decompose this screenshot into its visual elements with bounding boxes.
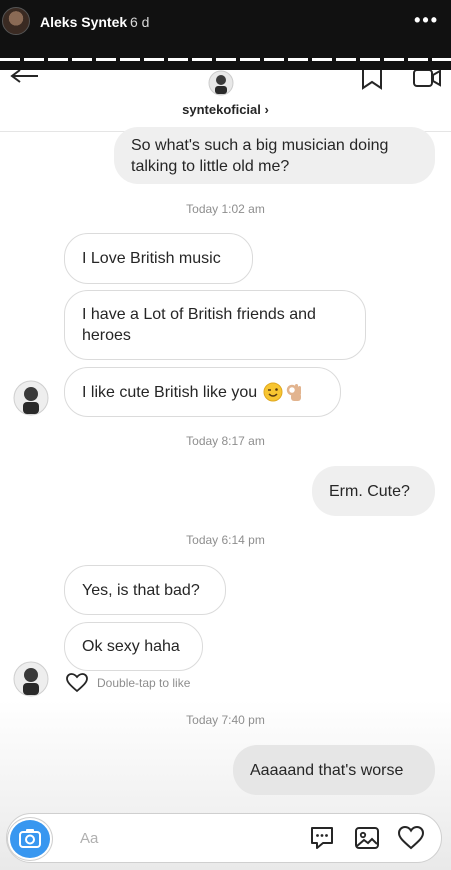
- timestamp: Today 8:17 am: [186, 434, 265, 448]
- message-text: Aaaaand that's worse: [250, 761, 404, 779]
- message-text: I Love British music: [82, 250, 221, 267]
- incoming-message[interactable]: I like cute British like you: [64, 367, 341, 417]
- outgoing-message[interactable]: Aaaaand that's worse: [233, 745, 435, 795]
- story-top-bar: Aleks Syntek 6 d •••: [0, 0, 451, 70]
- gallery-icon[interactable]: [353, 824, 381, 852]
- incoming-message[interactable]: I Love British music: [64, 233, 253, 284]
- camera-icon: [19, 829, 41, 848]
- incoming-message[interactable]: Yes, is that bad?: [64, 565, 226, 615]
- outgoing-message[interactable]: Erm. Cute?: [312, 466, 435, 516]
- message-text: Erm. Cute?: [329, 482, 410, 500]
- chat-title[interactable]: syntekoficial ›: [0, 102, 451, 117]
- chevron-right-icon: ›: [264, 102, 269, 117]
- header-avatar[interactable]: [208, 70, 234, 96]
- sender-avatar[interactable]: [13, 661, 49, 697]
- sender-avatar[interactable]: [13, 380, 49, 416]
- incoming-message[interactable]: Ok sexy haha: [64, 622, 203, 671]
- timestamp: Today 7:40 pm: [186, 713, 265, 727]
- message-text: Yes, is that bad?: [82, 581, 200, 599]
- like-hint[interactable]: Double-tap to like: [66, 673, 190, 693]
- message-text: So what's such a big musician doing talk…: [131, 136, 389, 175]
- outgoing-message[interactable]: So what's such a big musician doing talk…: [114, 127, 435, 184]
- chat-username[interactable]: syntekoficial: [182, 102, 261, 117]
- heart-icon[interactable]: [397, 824, 425, 852]
- camera-button[interactable]: [8, 818, 52, 860]
- back-arrow-icon[interactable]: [10, 70, 40, 90]
- chat-bubble-icon[interactable]: [308, 824, 336, 852]
- more-options-icon[interactable]: •••: [414, 10, 439, 31]
- like-hint-text: Double-tap to like: [97, 676, 191, 690]
- story-avatar[interactable]: [2, 7, 30, 35]
- dm-header: syntekoficial ›: [0, 70, 451, 132]
- heart-outline-icon[interactable]: [66, 673, 88, 693]
- message-text: I like cute British like you: [82, 383, 258, 401]
- flag-icon[interactable]: [360, 70, 384, 90]
- video-call-icon[interactable]: [412, 70, 442, 90]
- incoming-message[interactable]: I have a Lot of British friends and hero…: [64, 290, 366, 360]
- ok-hand-emoji: [286, 384, 302, 401]
- message-text: Ok sexy haha: [82, 638, 180, 655]
- message-text: I have a Lot of British friends and hero…: [82, 306, 316, 344]
- timestamp: Today 1:02 am: [186, 202, 265, 216]
- story-user-name[interactable]: Aleks Syntek: [40, 14, 127, 30]
- timestamp: Today 6:14 pm: [186, 533, 265, 547]
- message-input[interactable]: [80, 825, 290, 851]
- winking-face-emoji: [263, 382, 283, 402]
- story-progress-bar: [0, 58, 451, 61]
- story-age: 6 d: [130, 14, 150, 30]
